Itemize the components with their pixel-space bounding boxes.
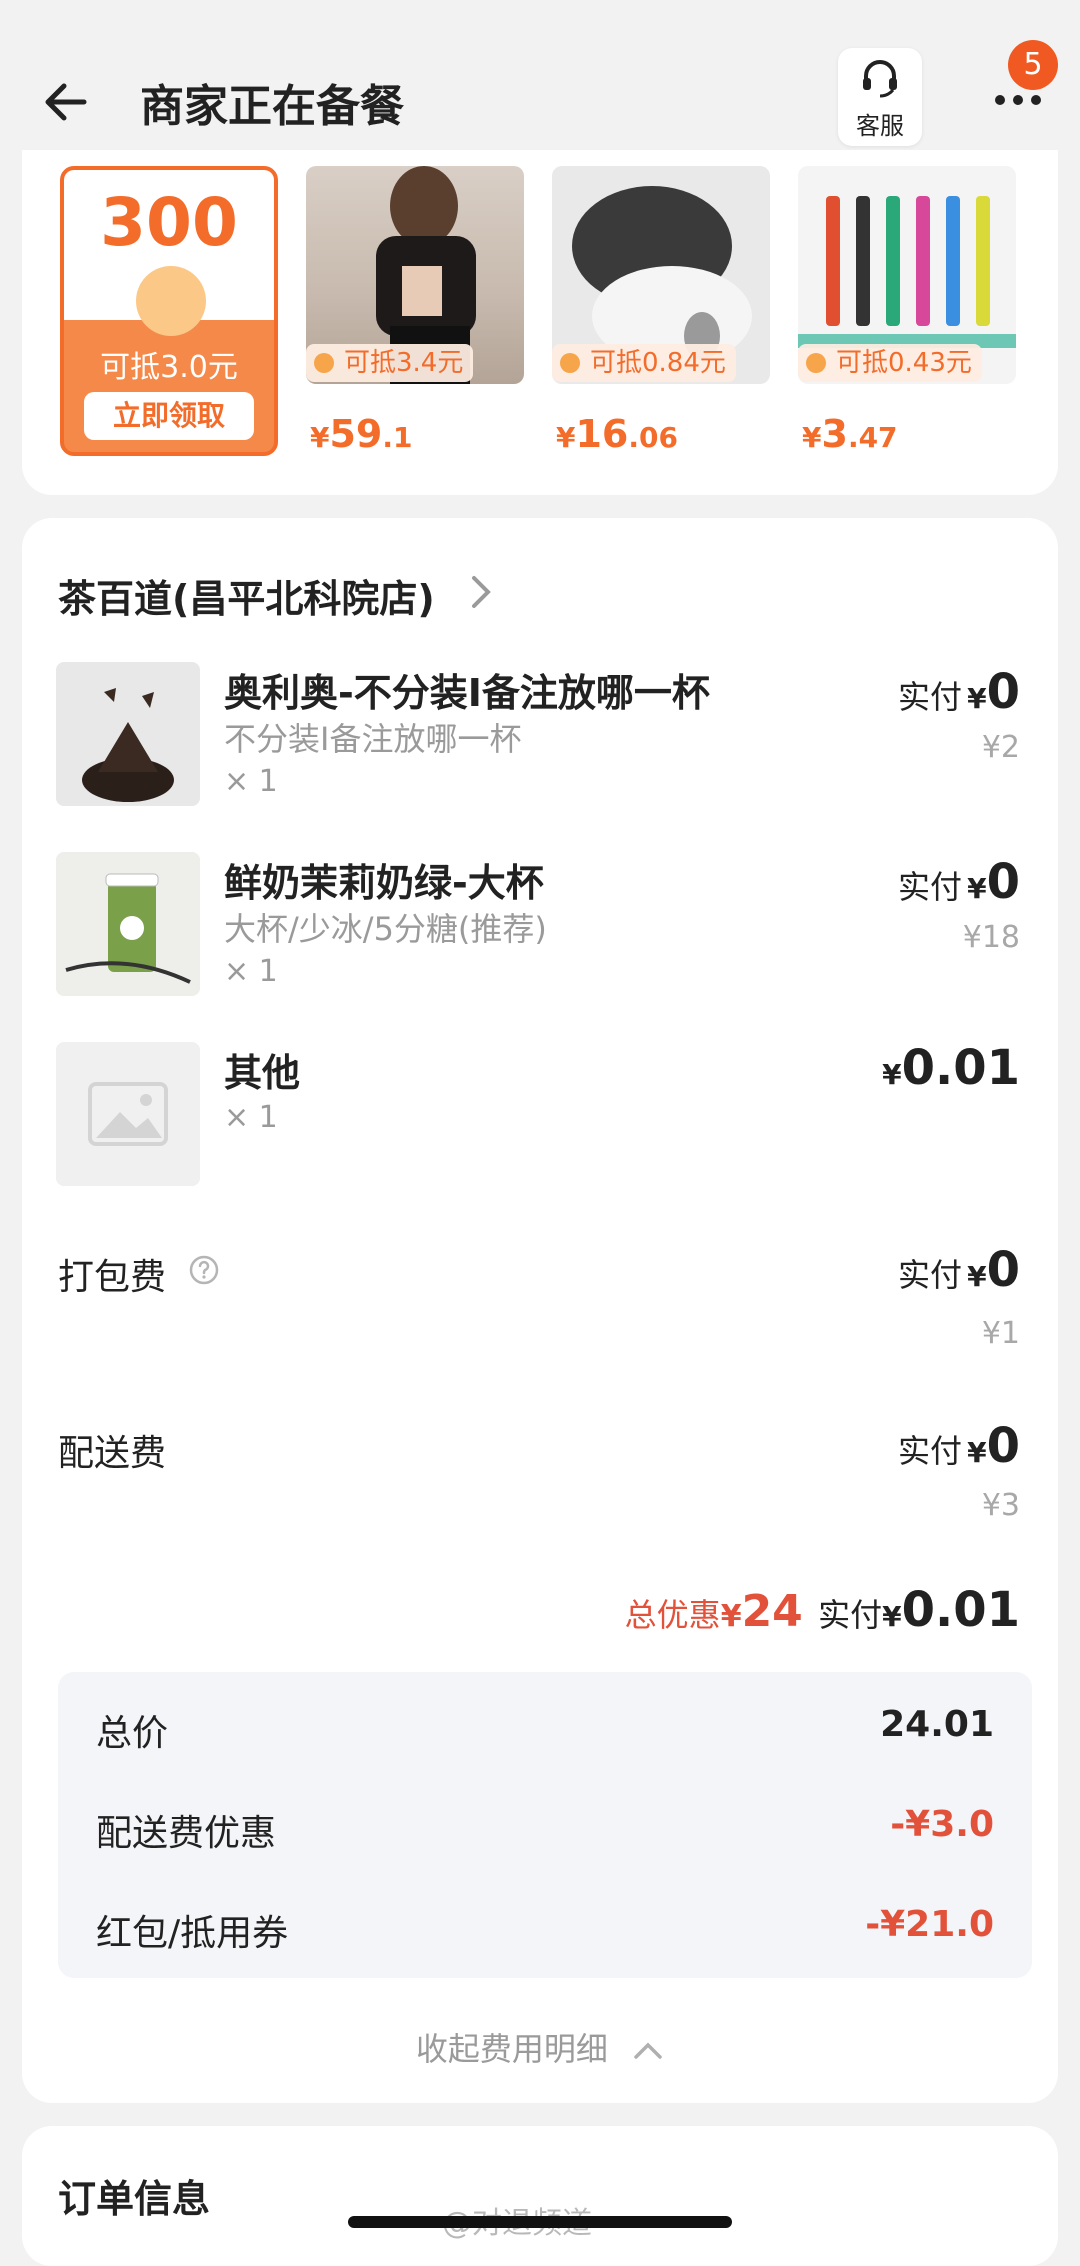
yen-symbol: ¥ bbox=[967, 1436, 987, 1469]
back-arrow-icon[interactable] bbox=[40, 72, 100, 132]
coin-icon bbox=[806, 353, 826, 373]
product-card-3[interactable]: 可抵0.43元 bbox=[798, 166, 1016, 384]
paid-label: 实付 bbox=[898, 868, 963, 906]
original-price: ¥1 bbox=[981, 1316, 1020, 1351]
item-paid: 实付 ¥0 bbox=[898, 664, 1020, 720]
yen-symbol: ¥ bbox=[310, 421, 330, 454]
item-thumbnail[interactable] bbox=[56, 1042, 200, 1186]
delivery-discount-label: 配送费优惠 bbox=[96, 1813, 277, 1854]
coupon-deduct-text: 可抵3.0元 bbox=[100, 350, 238, 385]
original-price: ¥18 bbox=[962, 920, 1020, 955]
claim-button[interactable]: 立即领取 bbox=[84, 392, 254, 440]
deduct-tag: 可抵0.84元 bbox=[552, 344, 736, 382]
collapse-details-toggle[interactable]: 收起费用明细 bbox=[0, 2024, 1080, 2070]
price-dec: .47 bbox=[847, 421, 898, 454]
yen-symbol: ¥ bbox=[967, 872, 987, 905]
fee-breakdown: 总价 24.01 配送费优惠 -¥3.0 红包/抵用券 -¥21.0 bbox=[58, 1672, 1032, 1978]
item-name: 其他 bbox=[224, 1051, 301, 1095]
deduct-tag: 可抵3.4元 bbox=[306, 344, 474, 382]
customer-service-button[interactable]: 客服 bbox=[838, 48, 922, 146]
chevron-right-icon[interactable] bbox=[470, 572, 494, 612]
original-price: ¥3 bbox=[981, 1488, 1020, 1523]
paid-label: 实付 bbox=[898, 1432, 963, 1470]
notification-badge: 5 bbox=[1008, 40, 1058, 90]
paid-value: 0.01 bbox=[901, 1040, 1020, 1096]
packing-fee-label: 打包费 bbox=[58, 1257, 167, 1298]
yen-symbol: ¥ bbox=[720, 1599, 742, 1634]
item-spec: 大杯/少冰/5分糖(推荐) bbox=[224, 910, 547, 948]
original-price: ¥2 bbox=[981, 730, 1020, 765]
product-price: ¥16.06 bbox=[556, 412, 678, 456]
yen-symbol: ¥ bbox=[882, 1058, 902, 1091]
yen-symbol: ¥ bbox=[967, 682, 987, 715]
paid-label: 实付 bbox=[898, 1256, 963, 1294]
chevron-up-icon bbox=[634, 2042, 662, 2059]
paid-value: 0 bbox=[986, 1418, 1020, 1474]
price-int: 16 bbox=[575, 412, 629, 456]
coupon-amount: 300 bbox=[100, 184, 238, 261]
milk-tea-image bbox=[65, 873, 191, 984]
coupon-card[interactable]: 300 可抵3.0元 立即领取 bbox=[60, 166, 278, 456]
coupon-discount-value: -¥21.0 bbox=[865, 1904, 994, 1945]
more-icon[interactable] bbox=[994, 92, 1042, 108]
price-int: 59 bbox=[329, 412, 383, 456]
coin-icon bbox=[136, 266, 206, 336]
product-price: ¥59.1 bbox=[310, 412, 413, 456]
deduct-text: 可抵0.43元 bbox=[836, 348, 972, 378]
price-int: 3 bbox=[821, 412, 848, 456]
delivery-fee-paid: 实付 ¥0 bbox=[898, 1418, 1020, 1474]
product-price: ¥3.47 bbox=[802, 412, 898, 456]
packing-fee-paid: 实付 ¥0 bbox=[898, 1242, 1020, 1298]
coupon-discount-label: 红包/抵用券 bbox=[96, 1913, 289, 1954]
customer-service-label: 客服 bbox=[856, 112, 904, 140]
item-paid: 实付 ¥0 bbox=[898, 854, 1020, 910]
collapse-label: 收起费用明细 bbox=[415, 2030, 608, 2068]
total-price-value: 24.01 bbox=[880, 1704, 994, 1745]
deduct-text: 可抵3.4元 bbox=[344, 348, 464, 378]
coin-icon bbox=[314, 353, 334, 373]
yen-symbol: ¥ bbox=[882, 1600, 902, 1633]
coin-icon bbox=[560, 353, 580, 373]
yen-symbol: ¥ bbox=[802, 421, 822, 454]
product-card-2[interactable]: 可抵0.84元 bbox=[552, 166, 770, 384]
item-qty: × 1 bbox=[224, 764, 278, 799]
paid-label: 实付 bbox=[898, 678, 963, 716]
item-qty: × 1 bbox=[224, 954, 278, 989]
shop-name[interactable]: 茶百道(昌平北科院店) bbox=[58, 568, 435, 623]
help-icon[interactable] bbox=[188, 1254, 220, 1286]
deduct-tag: 可抵0.43元 bbox=[798, 344, 982, 382]
item-thumbnail[interactable] bbox=[56, 852, 200, 996]
order-info-title: 订单信息 bbox=[58, 2177, 211, 2221]
item-qty: × 1 bbox=[224, 1100, 278, 1135]
price-dec: .1 bbox=[382, 421, 413, 454]
product-card-1[interactable]: 可抵3.4元 bbox=[306, 166, 524, 384]
price-dec: .06 bbox=[628, 421, 678, 454]
item-paid: ¥0.01 bbox=[882, 1040, 1020, 1096]
order-summary: 总优惠¥24 实付¥0.01 bbox=[625, 1582, 1020, 1638]
item-name: 鲜奶茉莉奶绿-大杯 bbox=[224, 861, 544, 905]
page-title: 商家正在备餐 bbox=[140, 81, 404, 132]
paid-value: 0 bbox=[986, 854, 1020, 910]
paid-total: 0.01 bbox=[901, 1582, 1020, 1638]
discount-label: 总优惠 bbox=[624, 1596, 721, 1634]
paid-value: 0 bbox=[986, 664, 1020, 720]
yen-symbol: ¥ bbox=[967, 1260, 987, 1293]
deduct-text: 可抵0.84元 bbox=[590, 348, 726, 378]
headset-icon bbox=[863, 60, 897, 98]
item-thumbnail[interactable] bbox=[56, 662, 200, 806]
home-indicator[interactable] bbox=[348, 2216, 732, 2228]
discount-value: 24 bbox=[741, 1586, 803, 1637]
image-placeholder-icon bbox=[88, 1082, 168, 1146]
item-name: 奥利奥-不分装I备注放哪一杯 bbox=[224, 671, 710, 715]
yen-symbol: ¥ bbox=[556, 421, 576, 454]
oreo-image bbox=[82, 688, 174, 802]
item-spec: 不分装I备注放哪一杯 bbox=[224, 720, 522, 758]
delivery-discount-value: -¥3.0 bbox=[890, 1804, 994, 1845]
paid-value: 0 bbox=[986, 1242, 1020, 1298]
delivery-fee-label: 配送费 bbox=[58, 1433, 167, 1474]
total-price-label: 总价 bbox=[96, 1713, 169, 1754]
paid-label: 实付 bbox=[818, 1596, 883, 1634]
